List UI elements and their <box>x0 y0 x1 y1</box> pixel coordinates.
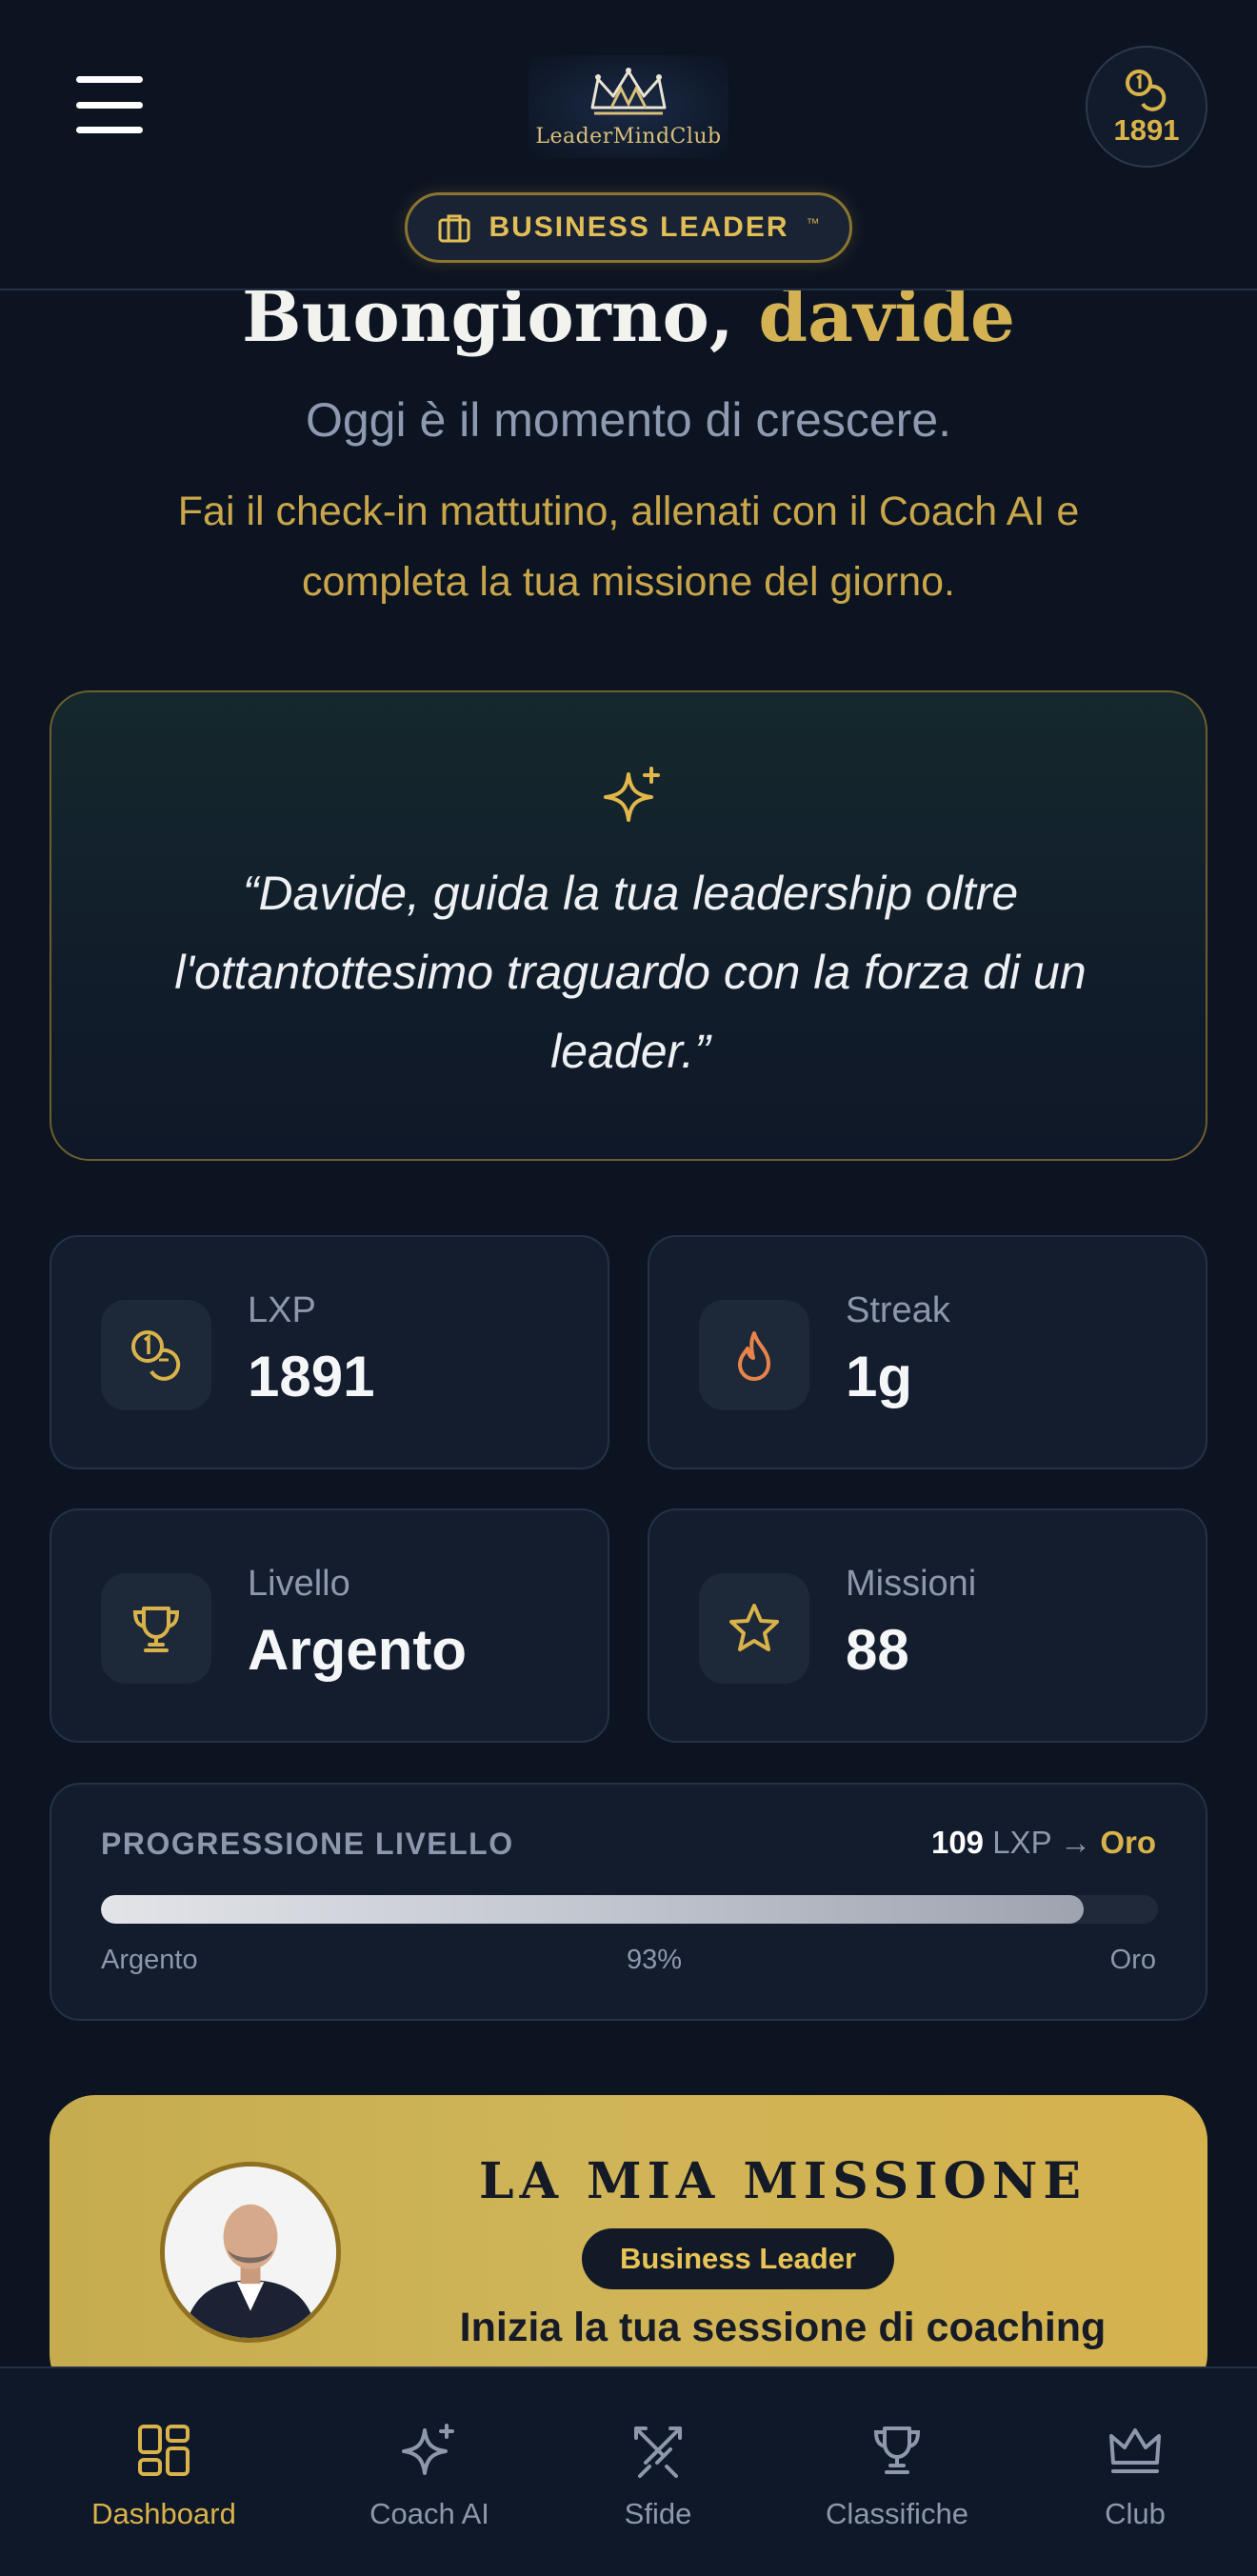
stat-value: Argento <box>248 1618 467 1682</box>
remaining-lxp-value: 109 <box>930 1825 985 1860</box>
progress-remaining: 109 LXP → Oro <box>931 1825 1156 1861</box>
coins-icon <box>131 1330 181 1381</box>
stat-icon-box <box>101 1300 211 1410</box>
current-level-label: Argento <box>101 1945 198 1975</box>
trophy-icon <box>873 2426 921 2474</box>
progress-percent-label: 93% <box>627 1945 683 1975</box>
arrow-right-icon: → <box>1060 1825 1092 1860</box>
trademark-mark: ™ <box>806 215 820 230</box>
nav-item-coach-ai[interactable]: Coach AI <box>334 2421 525 2531</box>
crown-logo-icon <box>590 67 667 114</box>
nav-item-sfide[interactable]: Sfide <box>563 2421 753 2531</box>
greeting-subtitle: Oggi è il momento di crescere. <box>305 393 952 447</box>
nav-label: Classifiche <box>826 2497 968 2530</box>
star-icon <box>729 1604 779 1651</box>
sparkles-icon <box>402 2424 454 2475</box>
nav-label: Dashboard <box>91 2497 236 2530</box>
mission-role-badge: Business Leader <box>582 2228 894 2289</box>
swords-icon <box>634 2426 682 2478</box>
stat-icon-box <box>101 1573 211 1684</box>
bottom-navigation: Dashboard Coach AI Sfide Classifiche Clu… <box>0 2366 1257 2576</box>
role-badge-label: BUSINESS LEADER <box>489 211 789 243</box>
remaining-lxp-unit: LXP <box>992 1825 1051 1860</box>
logo[interactable]: LeaderMindClub <box>529 55 728 158</box>
coin-balance[interactable]: 1891 <box>1086 46 1207 168</box>
nav-label: Coach AI <box>369 2497 489 2530</box>
stat-card-level[interactable]: Livello Argento <box>50 1508 609 1743</box>
stat-label: Livello <box>248 1564 350 1604</box>
mission-title: LA MIA MISSIONE <box>479 2152 1087 2210</box>
briefcase-icon <box>438 214 470 243</box>
progress-title: PROGRESSIONE LIVELLO <box>101 1827 514 1861</box>
next-level-name: Oro <box>1100 1825 1156 1860</box>
sparkles-icon <box>604 767 660 822</box>
stat-label: Missioni <box>846 1564 977 1604</box>
progress-bar <box>101 1895 1158 1924</box>
my-mission-card[interactable]: LA MIA MISSIONE Business Leader Inizia l… <box>50 2095 1207 2400</box>
stat-icon-box <box>699 1300 809 1410</box>
coin-value: 1891 <box>1113 113 1180 147</box>
progress-bar-fill <box>101 1895 1085 1924</box>
stat-label: Streak <box>846 1290 950 1330</box>
greeting-prompt: Fai il check-in mattutino, allenati con … <box>177 489 1080 605</box>
stat-card-lxp[interactable]: LXP 1891 <box>50 1235 609 1469</box>
nav-item-club[interactable]: Club <box>1040 2421 1230 2531</box>
crown-icon <box>1109 2428 1161 2473</box>
stat-value: 1g <box>846 1345 913 1408</box>
stat-icon-box <box>699 1573 809 1684</box>
dashboard-icon <box>138 2425 190 2476</box>
coach-avatar <box>160 2162 341 2343</box>
next-level-label: Oro <box>1109 1945 1156 1975</box>
coins-icon <box>1126 70 1167 111</box>
stat-value: 1891 <box>248 1345 375 1408</box>
level-progress-card: PROGRESSIONE LIVELLO 109 LXP → Oro Argen… <box>50 1783 1207 2021</box>
daily-quote-card: “Davide, guida la tua leadership oltre l… <box>50 690 1207 1161</box>
stat-card-missions[interactable]: Missioni 88 <box>648 1508 1207 1743</box>
hamburger-menu-icon[interactable] <box>76 76 143 133</box>
trophy-icon <box>132 1607 180 1652</box>
stat-card-streak[interactable]: Streak 1g <box>648 1235 1207 1469</box>
top-header: LeaderMindClub 1891 BUSINESS LEADER ™ <box>0 0 1257 290</box>
quote-text: “Davide, guida la tua leadership oltre l… <box>174 867 1087 1078</box>
stat-value: 88 <box>846 1618 909 1682</box>
role-badge[interactable]: BUSINESS LEADER ™ <box>405 192 852 263</box>
stat-label: LXP <box>248 1290 316 1330</box>
nav-item-classifiche[interactable]: Classifiche <box>802 2421 992 2531</box>
flame-icon <box>738 1331 770 1381</box>
logo-text: LeaderMindClub <box>535 124 722 149</box>
avatar-image <box>165 2167 336 2338</box>
nav-label: Club <box>1105 2497 1166 2530</box>
nav-label: Sfide <box>624 2497 692 2530</box>
nav-item-dashboard[interactable]: Dashboard <box>69 2421 259 2531</box>
mission-subtitle: Inizia la tua sessione di coaching <box>459 2305 1107 2350</box>
